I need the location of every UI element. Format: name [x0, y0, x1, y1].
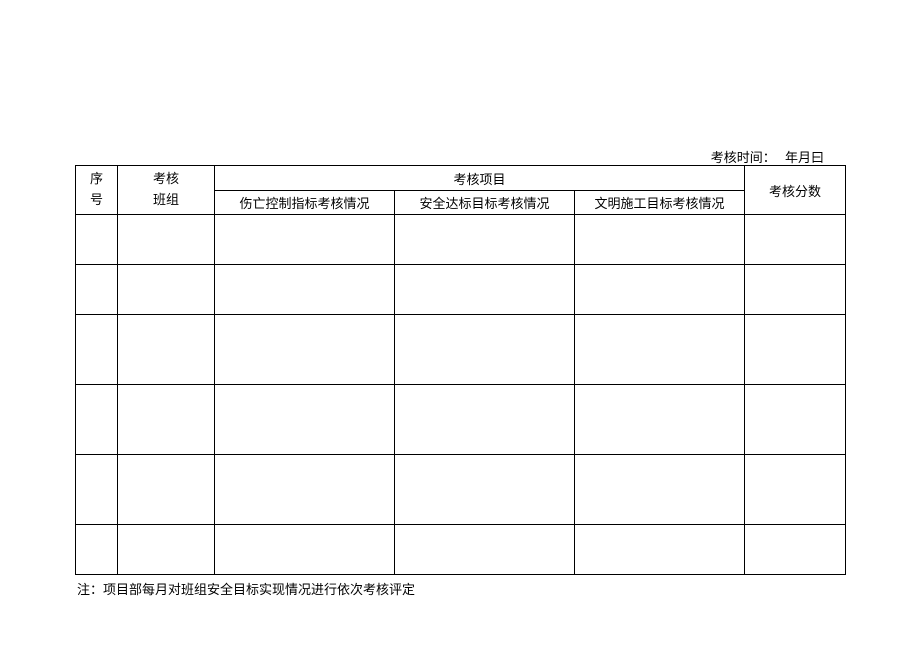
timestamp-label: 考核时间：: [711, 150, 776, 165]
seq-label-1: 序: [78, 169, 115, 190]
table-row: [76, 385, 846, 455]
cell-item3: [575, 525, 745, 575]
cell-item3: [575, 385, 745, 455]
table-row: [76, 265, 846, 315]
col-header-sequence: 序 号: [76, 166, 118, 215]
cell-score: [745, 385, 846, 455]
cell-item2: [395, 315, 575, 385]
cell-seq: [76, 455, 118, 525]
cell-item3: [575, 215, 745, 265]
team-label-1: 考核: [120, 169, 212, 190]
col-header-score: 考核分数: [745, 166, 846, 215]
cell-seq: [76, 215, 118, 265]
cell-score: [745, 315, 846, 385]
cell-item2: [395, 215, 575, 265]
cell-team: [118, 265, 215, 315]
col-header-item1: 伤亡控制指标考核情况: [215, 191, 395, 215]
cell-team: [118, 525, 215, 575]
cell-team: [118, 215, 215, 265]
cell-item1: [215, 525, 395, 575]
cell-item3: [575, 315, 745, 385]
table-header-row-1: 序 号 考核 班组 考核项目 考核分数: [76, 166, 846, 191]
cell-item2: [395, 455, 575, 525]
cell-item1: [215, 455, 395, 525]
cell-score: [745, 525, 846, 575]
cell-item1: [215, 315, 395, 385]
assessment-table-container: 序 号 考核 班组 考核项目 考核分数 伤亡控制指标考核情况 安全达标目标考核情…: [75, 165, 845, 598]
col-header-item2: 安全达标目标考核情况: [395, 191, 575, 215]
cell-item1: [215, 215, 395, 265]
cell-seq: [76, 315, 118, 385]
cell-score: [745, 265, 846, 315]
cell-item2: [395, 385, 575, 455]
seq-label-2: 号: [78, 190, 115, 211]
cell-team: [118, 315, 215, 385]
table-row: [76, 525, 846, 575]
cell-seq: [76, 265, 118, 315]
assessment-table: 序 号 考核 班组 考核项目 考核分数 伤亡控制指标考核情况 安全达标目标考核情…: [75, 165, 846, 575]
cell-score: [745, 455, 846, 525]
cell-item1: [215, 265, 395, 315]
cell-seq: [76, 385, 118, 455]
cell-team: [118, 455, 215, 525]
cell-item2: [395, 265, 575, 315]
col-header-item3: 文明施工目标考核情况: [575, 191, 745, 215]
cell-item3: [575, 265, 745, 315]
table-row: [76, 215, 846, 265]
cell-team: [118, 385, 215, 455]
cell-item3: [575, 455, 745, 525]
timestamp-line: 考核时间： 年月曰: [711, 147, 830, 166]
col-header-items: 考核项目: [215, 166, 745, 191]
cell-seq: [76, 525, 118, 575]
col-header-team: 考核 班组: [118, 166, 215, 215]
cell-item1: [215, 385, 395, 455]
table-row: [76, 455, 846, 525]
team-label-2: 班组: [120, 190, 212, 211]
cell-score: [745, 215, 846, 265]
cell-item2: [395, 525, 575, 575]
table-row: [76, 315, 846, 385]
timestamp-value: 年月曰: [785, 150, 824, 165]
table-note: 注：项目部每月对班组安全目标实现情况进行依次考核评定: [75, 579, 845, 598]
